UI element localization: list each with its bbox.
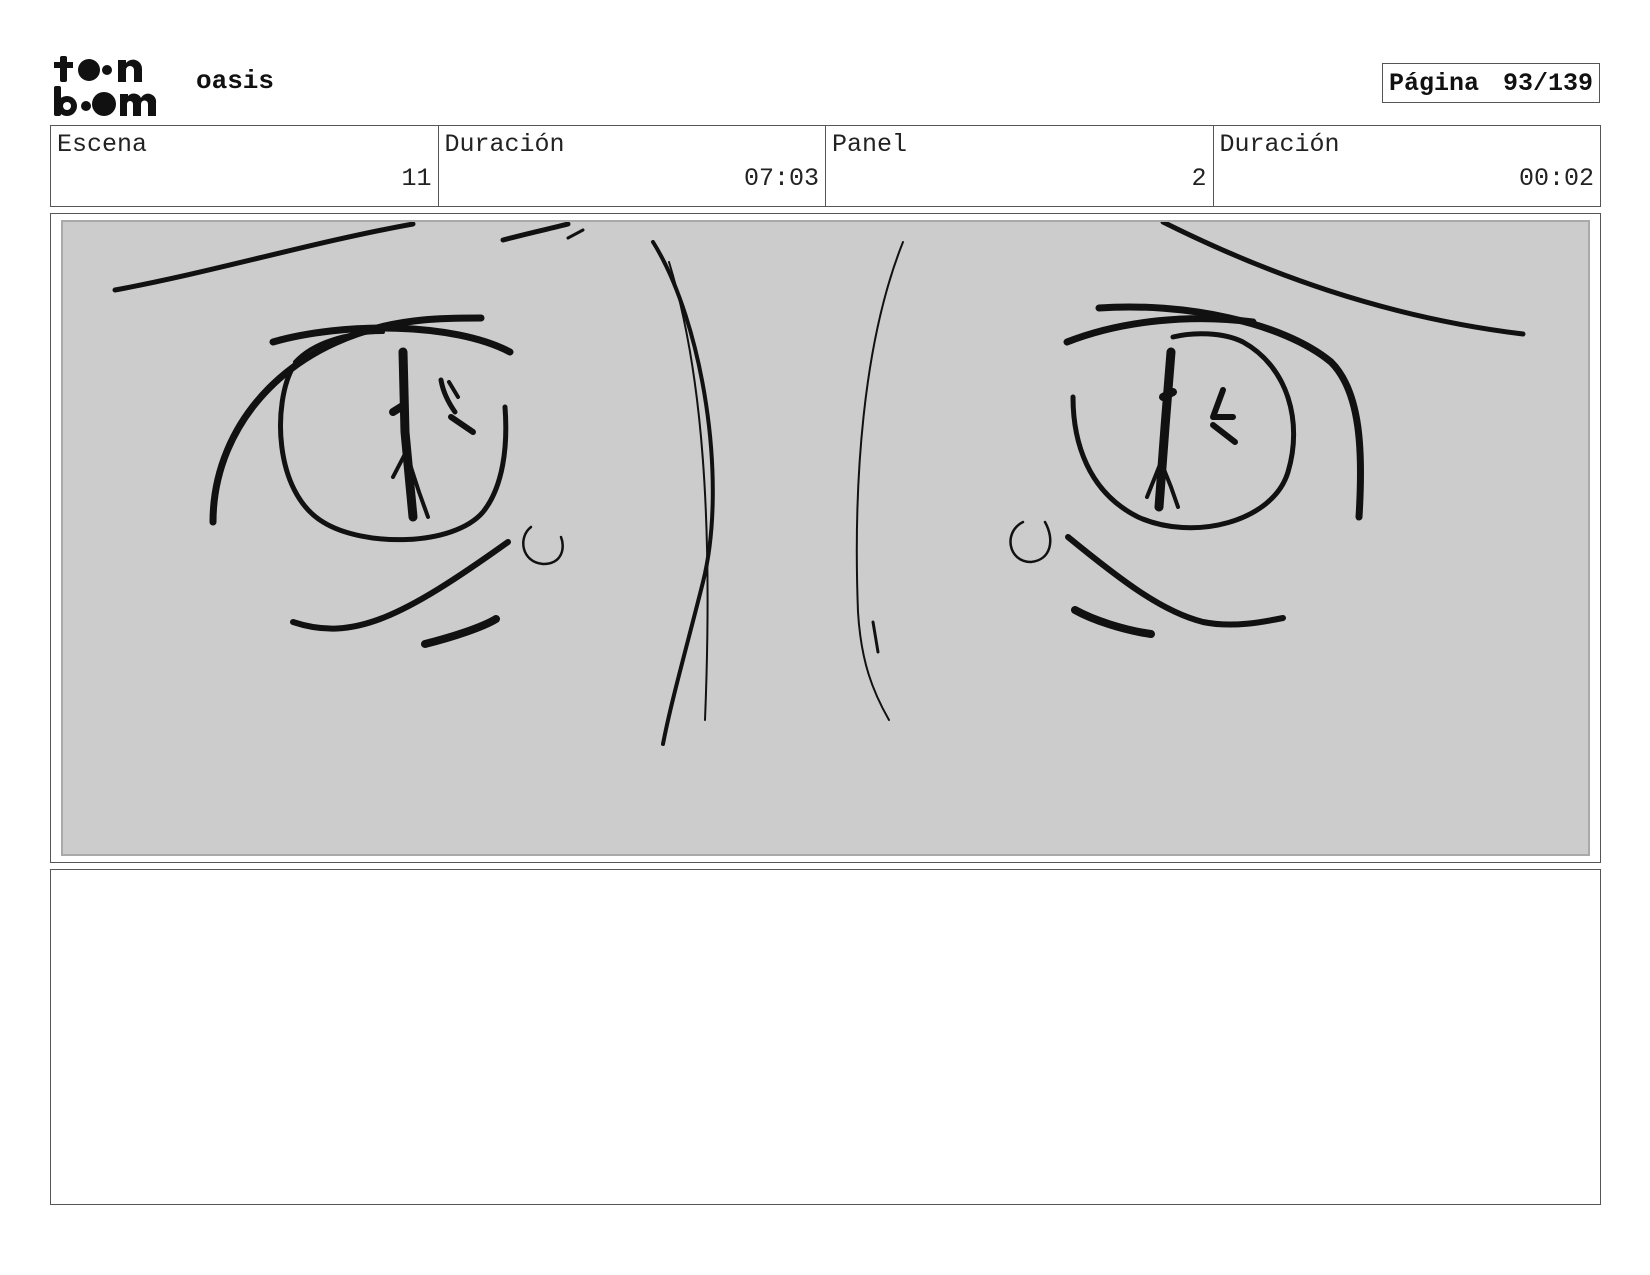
scene-duration-value: 07:03 <box>743 164 819 193</box>
scene-label: Escena <box>57 130 148 159</box>
page-number: 93/139 <box>1502 68 1593 98</box>
scene-info-table: Escena 11 Duración 07:03 Panel 2 Duració… <box>50 125 1601 207</box>
panel-value: 2 <box>1191 164 1207 193</box>
scene-value: 11 <box>401 164 432 193</box>
panel-duration-cell: Duración 00:02 <box>1214 126 1601 206</box>
storyboard-panel-image <box>61 220 1590 856</box>
panel-cell: Panel 2 <box>826 126 1214 206</box>
panel-notes-area <box>50 869 1601 1205</box>
logo-graphic <box>54 56 157 116</box>
page-label: Página <box>1389 68 1480 98</box>
project-title: oasis <box>196 66 275 96</box>
scene-duration-cell: Duración 07:03 <box>439 126 826 206</box>
scene-cell: Escena 11 <box>51 126 439 206</box>
storyboard-panel-frame <box>50 213 1601 863</box>
page-indicator: Página 93/139 <box>1382 63 1600 103</box>
panel-duration-label: Duración <box>1219 130 1340 159</box>
scene-duration-label: Duración <box>444 130 565 159</box>
panel-duration-value: 00:02 <box>1518 164 1594 193</box>
panel-label: Panel <box>832 130 908 159</box>
toon-boom-logo <box>52 52 174 118</box>
eyes-sketch <box>112 222 1526 746</box>
